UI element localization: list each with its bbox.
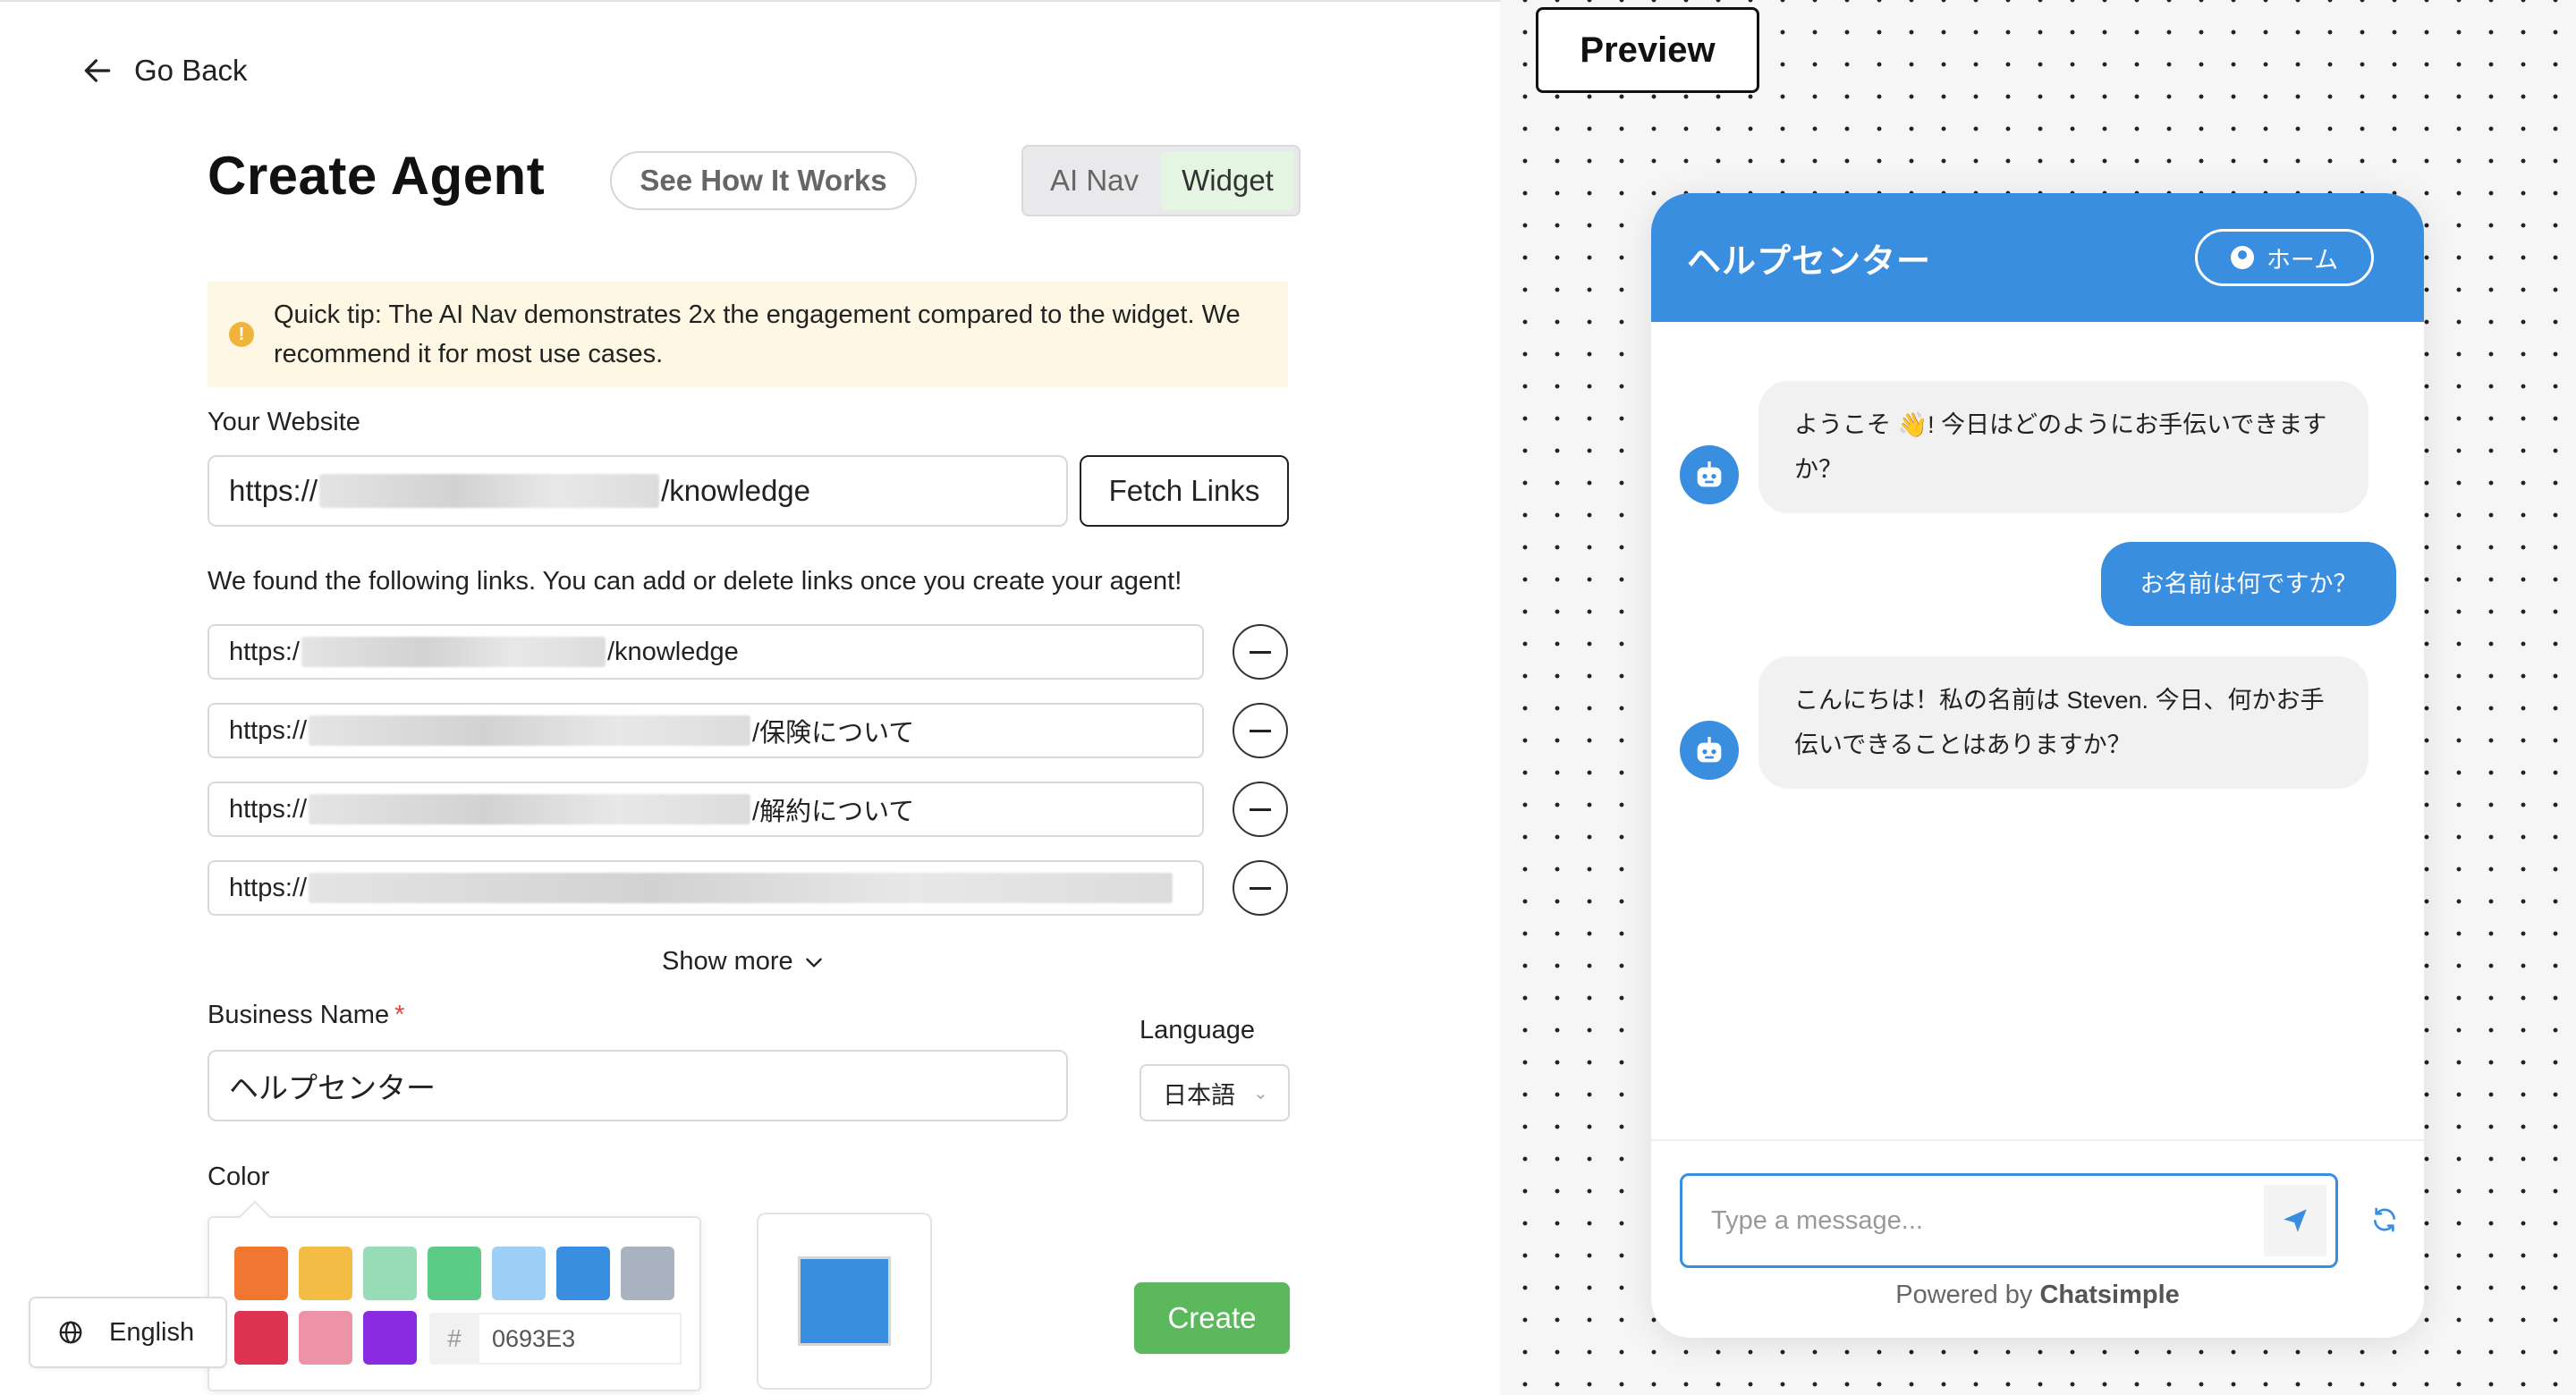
minus-icon: [1250, 886, 1271, 890]
hex-color-input[interactable]: 0693E3: [479, 1313, 682, 1365]
link-suffix: /保険について: [752, 719, 915, 748]
minus-icon: [1250, 729, 1271, 732]
user-circle-icon: [2230, 246, 2254, 269]
go-back-label: Go Back: [134, 54, 248, 87]
color-swatch[interactable]: [428, 1247, 481, 1300]
widget-title: ヘルプセンター: [1687, 242, 1932, 281]
link-prefix: https://: [229, 715, 308, 745]
color-swatch[interactable]: [234, 1311, 288, 1365]
bot-avatar-icon: [1680, 445, 1739, 504]
chevron-down-icon: [805, 958, 822, 968]
quick-tip-banner: ! Quick tip: The AI Nav demonstrates 2x …: [208, 282, 1288, 387]
color-swatch[interactable]: [363, 1247, 417, 1300]
powered-by-footer: Powered by Chatsimple: [1651, 1281, 2424, 1310]
website-url-input[interactable]: https:// /knowledge: [208, 455, 1068, 527]
hex-color-value: 0693E3: [492, 1324, 576, 1352]
user-message: お名前は何ですか？: [2101, 542, 2396, 626]
show-more-label: Show more: [662, 947, 793, 976]
arrow-left-icon: [84, 59, 111, 82]
preview-label: Preview: [1536, 7, 1759, 93]
link-row[interactable]: https:/ /knowledge: [208, 624, 1204, 680]
home-label: ホーム: [2266, 246, 2339, 274]
agent-form-panel: Go Back Create Agent See How It Works AI…: [0, 0, 1500, 1395]
business-name-label-text: Business Name: [208, 1001, 390, 1029]
link-row[interactable]: https://: [208, 860, 1204, 916]
remove-link-button[interactable]: [1233, 703, 1288, 758]
link-prefix: https://: [229, 873, 308, 902]
fetch-links-button[interactable]: Fetch Links: [1080, 455, 1289, 527]
color-preview-swatch: [798, 1256, 891, 1346]
color-label: Color: [208, 1162, 270, 1191]
widget-header: ヘルプセンター ホーム: [1651, 193, 2424, 322]
show-more-button[interactable]: Show more: [662, 947, 826, 976]
language-select[interactable]: 日本語 ⌄: [1140, 1064, 1290, 1121]
warning-icon: !: [229, 322, 254, 347]
website-url-prefix: https://: [229, 474, 318, 507]
link-row[interactable]: https:// /保険について: [208, 703, 1204, 758]
color-swatch[interactable]: [299, 1311, 352, 1365]
page-title: Create Agent: [208, 146, 546, 206]
refresh-button[interactable]: [2367, 1202, 2402, 1238]
link-prefix: https://: [229, 794, 308, 824]
link-prefix: https:/: [229, 637, 300, 666]
color-swatch[interactable]: [299, 1247, 352, 1300]
mode-option-widget[interactable]: Widget: [1161, 151, 1294, 210]
bot-message: ようこそ 👋! 今日はどのようにお手伝いできますか？: [1758, 381, 2368, 513]
color-preview-box[interactable]: [757, 1213, 932, 1390]
link-suffix: /解約について: [752, 798, 915, 826]
send-button[interactable]: [2264, 1185, 2326, 1256]
links-intro-text: We found the following links. You can ad…: [208, 567, 1182, 596]
ui-language-button[interactable]: English: [29, 1297, 227, 1368]
language-label: Language: [1140, 1016, 1256, 1044]
see-how-it-works-button[interactable]: See How It Works: [610, 151, 917, 210]
color-swatch[interactable]: [492, 1247, 546, 1300]
refresh-icon: [2374, 1207, 2395, 1232]
chat-widget: ヘルプセンター ホーム ようこそ 👋! 今日はどのようにお手伝いできますか？ お…: [1651, 193, 2424, 1338]
send-icon: [2284, 1209, 2307, 1232]
business-name-value: ヘルプセンター: [229, 1071, 436, 1104]
remove-link-button[interactable]: [1233, 624, 1288, 680]
home-button[interactable]: ホーム: [2195, 229, 2374, 286]
color-swatch[interactable]: [234, 1247, 288, 1300]
mode-toggle: AI Nav Widget: [1021, 145, 1301, 216]
redacted-url: [309, 873, 1174, 903]
bot-avatar-icon: [1680, 721, 1739, 780]
color-picker: # 0693E3: [208, 1200, 701, 1391]
required-mark: *: [394, 1001, 405, 1029]
link-suffix: /knowledge: [607, 637, 739, 666]
business-name-input[interactable]: ヘルプセンター: [208, 1050, 1068, 1121]
link-row[interactable]: https:// /解約について: [208, 782, 1204, 837]
picker-caret: [238, 1200, 272, 1234]
business-name-label: Business Name *: [208, 1001, 404, 1030]
mode-option-ai-nav[interactable]: AI Nav: [1028, 151, 1161, 210]
globe-icon: [59, 1321, 82, 1344]
redacted-domain: [319, 474, 660, 508]
color-swatch[interactable]: [363, 1311, 417, 1365]
language-select-value: 日本語: [1163, 1081, 1235, 1109]
chevron-down-icon: ⌄: [1253, 1083, 1268, 1103]
ui-language-label: English: [109, 1317, 195, 1347]
website-url-suffix: /knowledge: [661, 474, 811, 507]
go-back-link[interactable]: Go Back: [80, 54, 248, 88]
powered-by-brand[interactable]: Chatsimple: [2039, 1281, 2179, 1309]
powered-by-prefix: Powered by: [1895, 1281, 2040, 1309]
minus-icon: [1250, 650, 1271, 654]
minus-icon: [1250, 807, 1271, 811]
redacted-domain: [309, 794, 751, 824]
remove-link-button[interactable]: [1233, 782, 1288, 837]
message-input-placeholder: Type a message...: [1711, 1205, 1923, 1235]
message-input[interactable]: Type a message...: [1680, 1173, 2338, 1268]
composer-divider: [1651, 1139, 2424, 1141]
quick-tip-text: Quick tip: The AI Nav demonstrates 2x th…: [274, 300, 1241, 368]
color-swatch[interactable]: [621, 1247, 674, 1300]
preview-panel: Preview ヘルプセンター ホーム ようこそ 👋! 今日はどのようにお手伝い…: [1500, 0, 2576, 1395]
create-button[interactable]: Create: [1134, 1282, 1290, 1354]
redacted-domain: [309, 715, 751, 746]
bot-message: こんにちは！私の名前は Steven. 今日、何かお手伝いできることはありますか…: [1758, 656, 2368, 789]
website-label: Your Website: [208, 408, 360, 436]
hex-hash-label: #: [429, 1313, 479, 1365]
remove-link-button[interactable]: [1233, 860, 1288, 916]
color-swatch[interactable]: [556, 1247, 610, 1300]
redacted-domain: [301, 637, 606, 667]
